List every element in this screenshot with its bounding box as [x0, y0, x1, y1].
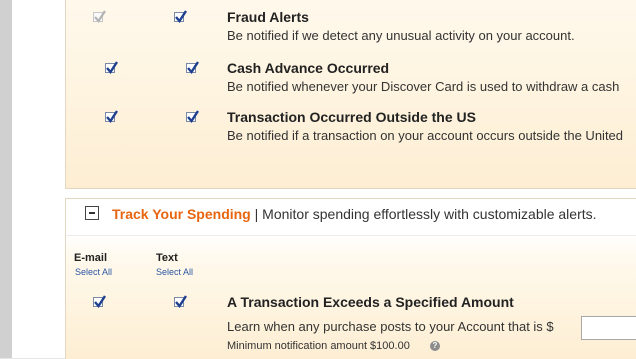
outside-us-title: Transaction Occurred Outside the US: [227, 109, 476, 125]
outside-us-email-checkbox[interactable]: [105, 110, 118, 123]
security-alerts-panel: Fraud Alerts Be notified if we detect an…: [65, 0, 636, 189]
minimum-amount-note: Minimum notification amount $100.00: [227, 340, 410, 352]
outside-us-description: Be notified if a transaction on your acc…: [227, 128, 624, 143]
track-spending-panel: Track Your Spending | Monitor spending e…: [65, 198, 636, 359]
minus-box-icon[interactable]: [85, 206, 99, 220]
question-icon[interactable]: ?: [430, 341, 440, 351]
outside-us-text-checkbox[interactable]: [186, 110, 199, 123]
track-spending-title: Track Your Spending: [112, 206, 251, 222]
fraud-alerts-description: Be notified if we detect any unusual act…: [227, 28, 575, 43]
exceeds-amount-title: A Transaction Exceeds a Specified Amount: [227, 294, 514, 310]
fraud-alerts-email-checkbox: [93, 10, 106, 23]
header-separator: |: [254, 206, 259, 222]
exceeds-amount-email-checkbox[interactable]: [93, 295, 106, 308]
text-column-header: Text: [156, 252, 178, 264]
amount-input[interactable]: [581, 316, 636, 340]
exceeds-amount-text-checkbox[interactable]: [174, 295, 187, 308]
fraud-alerts-text-checkbox[interactable]: [174, 10, 187, 23]
track-spending-subtitle: Monitor spending effortlessly with custo…: [262, 206, 597, 222]
section-divider: [66, 235, 636, 236]
cash-advance-title: Cash Advance Occurred: [227, 60, 390, 76]
fraud-alerts-title: Fraud Alerts: [227, 9, 309, 25]
email-select-all-link[interactable]: Select All: [75, 267, 112, 277]
page: Fraud Alerts Be notified if we detect an…: [12, 0, 636, 359]
cash-advance-text-checkbox[interactable]: [186, 61, 199, 74]
left-gutter: [0, 0, 12, 358]
cash-advance-email-checkbox[interactable]: [105, 61, 118, 74]
exceeds-amount-description: Learn when any purchase posts to your Ac…: [227, 319, 554, 334]
email-column-header: E-mail: [74, 252, 108, 264]
text-select-all-link[interactable]: Select All: [156, 267, 193, 277]
track-spending-header: Track Your Spending | Monitor spending e…: [112, 206, 597, 222]
cash-advance-description: Be notified whenever your Discover Card …: [227, 79, 620, 94]
